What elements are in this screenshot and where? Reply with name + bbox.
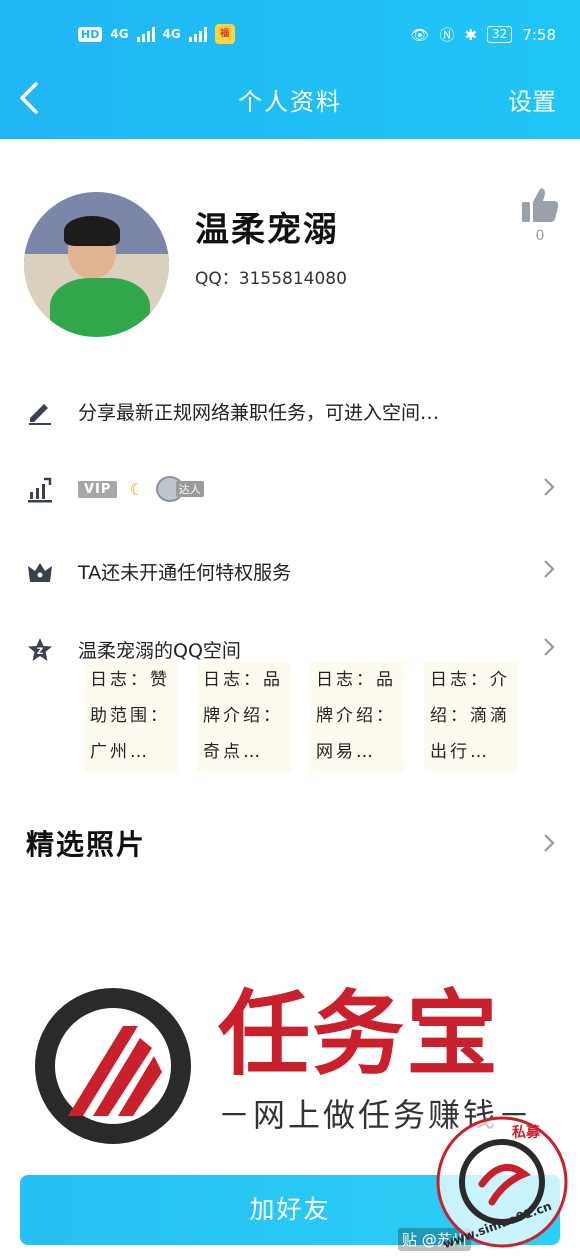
level-up-icon xyxy=(28,477,52,503)
blog-line: 日志：赞 xyxy=(90,670,170,690)
avatar[interactable] xyxy=(24,192,169,337)
watermark-stamp-icon xyxy=(436,1116,568,1248)
crown-icon xyxy=(28,563,52,582)
badge-list: VIP ☾ 达人 xyxy=(78,476,204,502)
app-notification-icon: 福 xyxy=(214,24,235,44)
nfc-icon: Ⓝ xyxy=(439,26,455,44)
featured-photos-title: 精选照片 xyxy=(26,828,147,861)
eye-icon: 👁 xyxy=(410,25,430,44)
blog-line: 绍：滴滴 xyxy=(430,706,510,726)
blog-card[interactable]: 日志：介 绍：滴滴 出行… xyxy=(424,662,518,772)
battery-icon: 32 xyxy=(487,26,513,43)
status-left: HD 4G 4G 福 xyxy=(78,24,235,44)
blog-card[interactable]: 日志：品 牌介绍： 网易… xyxy=(310,662,404,772)
badges-row[interactable]: VIP ☾ 达人 xyxy=(0,458,580,518)
blog-line: 日志：介 xyxy=(430,670,510,690)
daren-label: 达人 xyxy=(175,481,204,497)
qq-number: QQ：3155814080 xyxy=(195,269,347,289)
thumbs-up-icon[interactable] xyxy=(520,186,560,226)
net-label-2: 4G xyxy=(162,27,181,41)
status-bar: HD 4G 4G 福 👁 Ⓝ ✱ 32 7:58 xyxy=(0,0,580,70)
clock: 7:58 xyxy=(522,25,556,44)
like-count: 0 xyxy=(535,228,545,244)
svg-text:Z: Z xyxy=(37,647,44,657)
qzone-title: 温柔宠溺的QQ空间 xyxy=(78,640,241,662)
profile-name: 温柔宠溺 xyxy=(195,210,339,250)
signal-icon xyxy=(136,26,155,42)
privilege-text: TA还未开通任何特权服务 xyxy=(78,562,292,584)
moon-icon: ☾ xyxy=(129,479,144,499)
blog-line: 牌介绍： xyxy=(203,706,283,726)
blog-card[interactable]: 日志：品 牌介绍： 奇点… xyxy=(197,662,291,772)
signature-text: 分享最新正规网络兼职任务，可进入空间… xyxy=(78,402,440,424)
blog-line: 广州… xyxy=(90,742,150,762)
blog-line: 出行… xyxy=(430,742,490,762)
blog-line: 助范围： xyxy=(90,706,170,726)
blog-line: 日志：品 xyxy=(203,670,283,690)
daren-badge: 达人 xyxy=(155,476,204,502)
net-label-1: 4G xyxy=(110,27,129,41)
pencil-icon xyxy=(29,404,51,425)
stamp-text: 私募 xyxy=(512,1125,540,1141)
blog-line: 网易… xyxy=(316,742,376,762)
signature-row[interactable]: 分享最新正规网络兼职任务，可进入空间… xyxy=(0,380,580,440)
settings-button[interactable]: 设置 xyxy=(508,82,556,117)
brand-name: 任务宝 xyxy=(218,981,501,1088)
vip-badge: VIP xyxy=(78,480,118,498)
featured-photos-chevron-icon[interactable] xyxy=(542,832,556,854)
blog-line: 牌介绍： xyxy=(316,706,396,726)
blog-line: 奇点… xyxy=(203,742,263,762)
blog-line: 日志：品 xyxy=(316,670,396,690)
page-title: 个人资料 xyxy=(238,88,342,116)
privilege-row[interactable]: TA还未开通任何特权服务 xyxy=(0,540,580,600)
chevron-right-icon xyxy=(544,638,555,656)
signal-icon-2 xyxy=(188,26,207,42)
hd-badge: HD xyxy=(78,26,103,42)
status-right: 👁 Ⓝ ✱ 32 7:58 xyxy=(410,24,556,45)
blog-card[interactable]: 日志：赞 助范围： 广州… xyxy=(84,662,178,772)
bluetooth-icon: ✱ xyxy=(464,25,478,44)
brand-logo-icon xyxy=(35,988,191,1144)
top-header: HD 4G 4G 福 👁 Ⓝ ✱ 32 7:58 个人资料 设置 xyxy=(0,0,580,139)
qzone-star-icon: Z xyxy=(28,638,52,661)
chevron-right-icon xyxy=(544,478,555,496)
chevron-right-icon xyxy=(544,560,555,578)
